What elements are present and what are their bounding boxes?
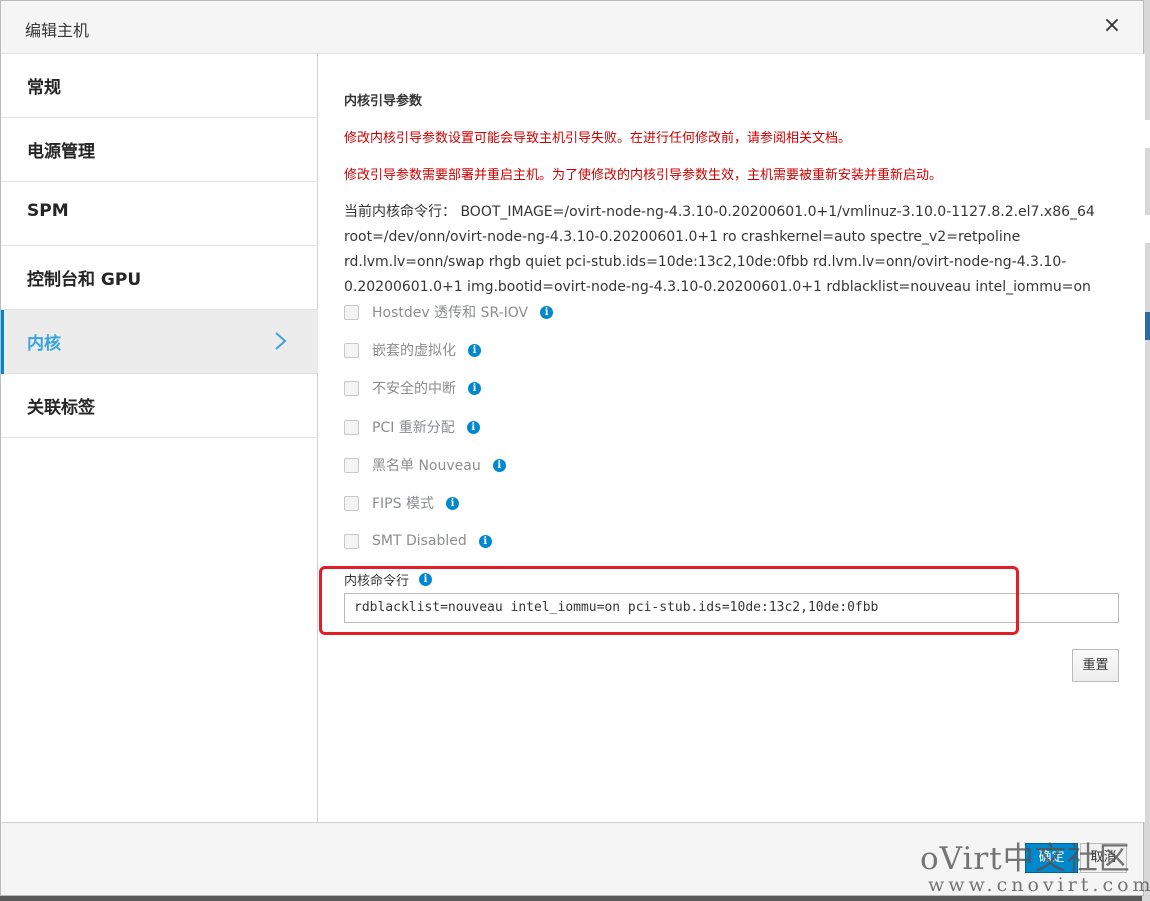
option-hostdev: Hostdev 透传和 SR-IOV i xyxy=(344,300,554,324)
option-smt-disabled: SMT Disabled i xyxy=(344,529,492,553)
option-label: Hostdev 透传和 SR-IOV xyxy=(372,305,529,321)
sidebar-item-affinity-labels[interactable]: 关联标签 xyxy=(1,374,318,438)
chevron-right-icon xyxy=(275,332,287,350)
sidebar-item-label: 控制台和 GPU xyxy=(27,270,142,290)
info-icon[interactable]: i xyxy=(468,381,481,395)
sidebar-item-label: 关联标签 xyxy=(27,398,95,418)
option-label: 黑名单 Nouveau xyxy=(372,458,481,474)
sidebar-item-general[interactable]: 常规 xyxy=(1,54,318,118)
option-pci-realloc: PCI 重新分配 i xyxy=(344,415,480,439)
sidebar-item-spm[interactable]: SPM xyxy=(1,182,318,246)
hostdev-checkbox[interactable] xyxy=(344,304,359,320)
cmdline-line: 0.20200601.0+1 img.bootid=ovirt-node-ng-… xyxy=(344,279,1091,295)
blacklist-nouveau-checkbox[interactable] xyxy=(344,457,359,473)
kernel-cmdline-label: 内核命令行 xyxy=(344,574,410,589)
pci-realloc-checkbox[interactable] xyxy=(344,419,359,435)
sidebar-item-label: SPM xyxy=(27,201,69,221)
cmdline-line: rd.lvm.lv=onn/swap rhgb quiet pci-stub.i… xyxy=(344,254,1067,270)
reset-button[interactable]: 重置 xyxy=(1072,649,1119,682)
kernel-cmdline-label-row: 内核命令行 i xyxy=(344,570,433,589)
cmdline-line: 当前内核命令行： BOOT_IMAGE=/ovirt-node-ng-4.3.1… xyxy=(344,204,1095,220)
info-icon[interactable]: i xyxy=(445,496,459,510)
sidebar-item-kernel[interactable]: 内核 xyxy=(1,310,318,374)
close-icon[interactable]: × xyxy=(1099,13,1125,39)
option-label: 嵌套的虚拟化 xyxy=(372,343,456,359)
warning-text: 修改引导参数需要部署并重启主机。为了使修改的内核引导参数生效，主机需要被重新安装… xyxy=(344,168,943,183)
option-unsafe-interrupts: 不安全的中断 i xyxy=(344,376,481,400)
nested-virtualization-checkbox[interactable] xyxy=(344,342,359,358)
dialog-footer: 确定 取消 xyxy=(1,822,1143,895)
warning-text: 修改内核引导参数设置可能会导致主机引导失败。在进行任何修改前，请参阅相关文档。 xyxy=(344,131,852,146)
fips-mode-checkbox[interactable] xyxy=(344,495,359,511)
dialog-title: 编辑主机 xyxy=(25,21,90,40)
option-label: 不安全的中断 xyxy=(372,381,456,397)
info-icon[interactable]: i xyxy=(492,458,506,472)
section-title: 内核引导参数 xyxy=(344,94,423,109)
ok-button[interactable]: 确定 xyxy=(1025,843,1078,873)
sidebar-item-power-management[interactable]: 电源管理 xyxy=(1,118,318,182)
info-icon[interactable]: i xyxy=(419,573,433,586)
cmdline-line: root=/dev/onn/ovirt-node-ng-4.3.10-0.202… xyxy=(344,229,1021,245)
sidebar-item-label: 内核 xyxy=(27,334,61,354)
edit-host-dialog: 编辑主机 × 常规 电源管理 SPM 控制台和 GPU 内核 关联标签 内核引导… xyxy=(0,0,1145,896)
option-fips-mode: FIPS 模式 i xyxy=(344,491,459,515)
sidebar-nav: 常规 电源管理 SPM 控制台和 GPU 内核 关联标签 xyxy=(1,54,318,822)
smt-disabled-checkbox[interactable] xyxy=(344,533,359,549)
option-label: SMT Disabled xyxy=(372,533,467,549)
option-label: FIPS 模式 xyxy=(372,496,434,512)
current-kernel-cmdline: 当前内核命令行： BOOT_IMAGE=/ovirt-node-ng-4.3.1… xyxy=(344,200,1124,300)
sidebar-item-label: 电源管理 xyxy=(27,142,95,162)
kernel-panel: 内核引导参数 修改内核引导参数设置可能会导致主机引导失败。在进行任何修改前，请参… xyxy=(319,54,1145,822)
option-nested-virtualization: 嵌套的虚拟化 i xyxy=(344,338,481,362)
unsafe-interrupts-checkbox[interactable] xyxy=(344,380,359,396)
kernel-cmdline-input[interactable]: rdblacklist=nouveau intel_iommu=on pci-s… xyxy=(344,593,1119,623)
dialog-header: 编辑主机 × xyxy=(1,1,1143,54)
info-icon[interactable]: i xyxy=(466,420,480,434)
sidebar-item-label: 常规 xyxy=(27,78,61,98)
option-label: PCI 重新分配 xyxy=(372,420,455,436)
info-icon[interactable]: i xyxy=(478,534,492,548)
active-indicator xyxy=(1,310,4,374)
sidebar-item-console-gpu[interactable]: 控制台和 GPU xyxy=(1,246,318,310)
cancel-button[interactable]: 取消 xyxy=(1080,843,1127,873)
option-blacklist-nouveau: 黑名单 Nouveau i xyxy=(344,453,506,477)
info-icon[interactable]: i xyxy=(540,305,554,319)
info-icon[interactable]: i xyxy=(468,343,481,357)
